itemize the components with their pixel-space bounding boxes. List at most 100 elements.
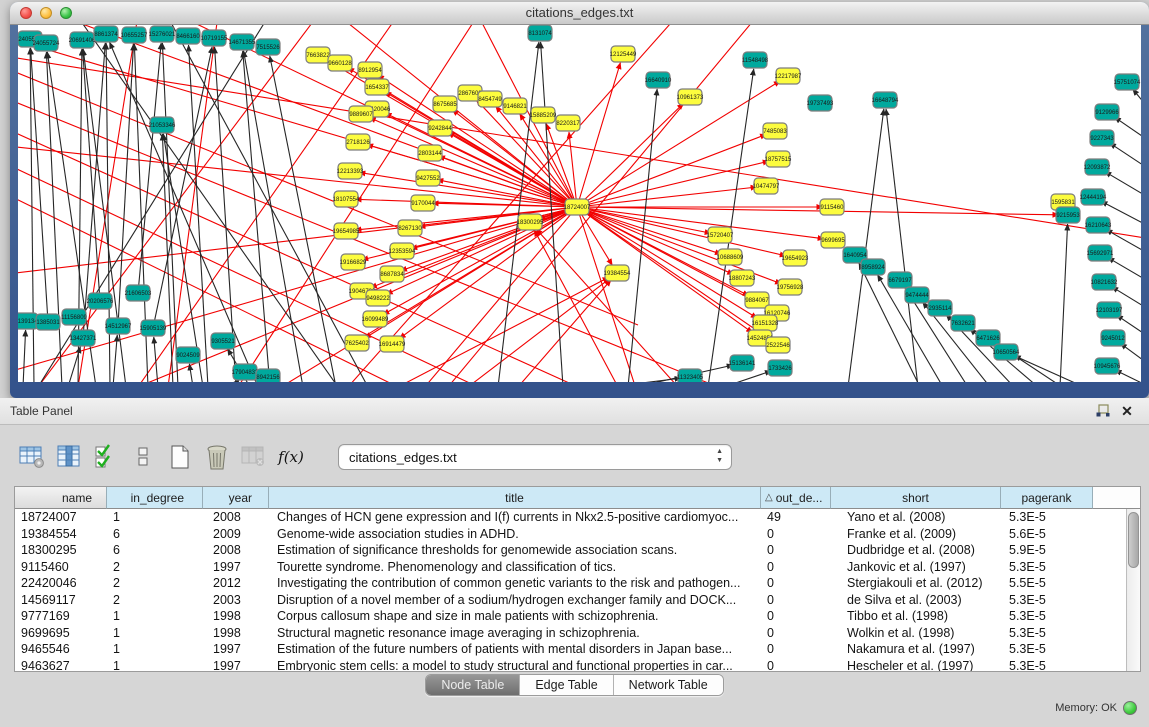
table-cell[interactable]: 1: [107, 609, 203, 623]
table-cell[interactable]: Structural magnetic resonance image aver…: [269, 626, 761, 640]
table-row[interactable]: 1938455462009Genome-wide association stu…: [15, 526, 1140, 543]
close-panel-icon[interactable]: ✕: [1119, 403, 1135, 419]
column-header-title[interactable]: title: [269, 487, 761, 509]
table-cell[interactable]: 9463627: [15, 659, 107, 672]
table-cell[interactable]: 1997: [203, 659, 269, 672]
table-cell[interactable]: Embryonic stem cells: a model to study s…: [269, 659, 761, 672]
table-cell[interactable]: Dudbridge et al. (2008): [831, 543, 1001, 557]
table-cell[interactable]: 2003: [203, 593, 269, 607]
table-cell[interactable]: 0: [761, 527, 831, 541]
table-cell[interactable]: 1: [107, 642, 203, 656]
table-cell[interactable]: 2009: [203, 527, 269, 541]
table-cell[interactable]: 5.5E-5: [1001, 576, 1093, 590]
table-cell[interactable]: 0: [761, 626, 831, 640]
table-cell[interactable]: 9115460: [15, 560, 107, 574]
table-cell[interactable]: 6: [107, 527, 203, 541]
table-cell[interactable]: 5.3E-5: [1001, 626, 1093, 640]
table-cell[interactable]: 1998: [203, 609, 269, 623]
select-all-rows-icon[interactable]: [92, 443, 120, 471]
table-cell[interactable]: Nakamura et al. (1997): [831, 642, 1001, 656]
table-row[interactable]: 1872400712008Changes of HCN gene express…: [15, 509, 1140, 526]
table-cell[interactable]: 0: [761, 543, 831, 557]
column-settings-icon[interactable]: [18, 443, 46, 471]
table-cell[interactable]: 18724007: [15, 510, 107, 524]
table-cell[interactable]: 5.3E-5: [1001, 593, 1093, 607]
column-header-short[interactable]: short: [831, 487, 1001, 509]
table-cell[interactable]: 6: [107, 543, 203, 557]
table-cell[interactable]: 5.3E-5: [1001, 609, 1093, 623]
row-height-icon[interactable]: [129, 443, 157, 471]
table-selector-dropdown[interactable]: citations_edges.txt ▲▼: [338, 444, 732, 470]
column-header-indegree[interactable]: in_degree: [107, 487, 203, 509]
table-cell[interactable]: 0: [761, 593, 831, 607]
table-cell[interactable]: Jankovic et al. (1997): [831, 560, 1001, 574]
scrollbar-thumb[interactable]: [1128, 512, 1139, 568]
table-row[interactable]: 1456911722003Disruption of a novel membe…: [15, 592, 1140, 609]
table-row[interactable]: 911546021997Tourette syndrome. Phenomeno…: [15, 559, 1140, 576]
table-cell[interactable]: 5.3E-5: [1001, 659, 1093, 672]
table-row[interactable]: 946362711997Embryonic stem cells: a mode…: [15, 658, 1140, 673]
table-row[interactable]: 977716911998Corpus callosum shape and si…: [15, 608, 1140, 625]
table-cell[interactable]: Estimation of significance thresholds fo…: [269, 543, 761, 557]
table-cell[interactable]: Corpus callosum shape and size in male p…: [269, 609, 761, 623]
table-cell[interactable]: 5.3E-5: [1001, 560, 1093, 574]
table-cell[interactable]: 9699695: [15, 626, 107, 640]
table-cell[interactable]: 0: [761, 659, 831, 672]
table-cell[interactable]: 9465546: [15, 642, 107, 656]
table-cell[interactable]: Tibbo et al. (1998): [831, 609, 1001, 623]
table-cell[interactable]: 1997: [203, 642, 269, 656]
table-row[interactable]: 2242004622012Investigating the contribut…: [15, 575, 1140, 592]
table-cell[interactable]: Disruption of a novel member of a sodium…: [269, 593, 761, 607]
table-cell[interactable]: 18300295: [15, 543, 107, 557]
table-cell[interactable]: Changes of HCN gene expression and I(f) …: [269, 510, 761, 524]
table-cell[interactable]: 0: [761, 560, 831, 574]
table-cell[interactable]: 2008: [203, 510, 269, 524]
table-cell[interactable]: Investigating the contribution of common…: [269, 576, 761, 590]
table-cell[interactable]: Stergiakouli et al. (2012): [831, 576, 1001, 590]
table-cell[interactable]: 22420046: [15, 576, 107, 590]
table-cell[interactable]: Hescheler et al. (1997): [831, 659, 1001, 672]
table-cell[interactable]: 14569117: [15, 593, 107, 607]
table-cell[interactable]: 1997: [203, 560, 269, 574]
table-cell[interactable]: Franke et al. (2009): [831, 527, 1001, 541]
table-cell[interactable]: 1998: [203, 626, 269, 640]
table-scrollbar[interactable]: [1126, 509, 1140, 671]
table-cell[interactable]: 2: [107, 593, 203, 607]
table-cell[interactable]: 5.3E-5: [1001, 510, 1093, 524]
table-cell[interactable]: 19384554: [15, 527, 107, 541]
table-cell[interactable]: 0: [761, 609, 831, 623]
table-cell[interactable]: 5.9E-5: [1001, 543, 1093, 557]
tab-network-table[interactable]: Network Table: [614, 675, 723, 695]
table-cell[interactable]: Wolkin et al. (1998): [831, 626, 1001, 640]
table-cell[interactable]: 2008: [203, 543, 269, 557]
tab-node-table[interactable]: Node Table: [426, 675, 520, 695]
citation-network-graph[interactable]: 7663822966012889129541654337224200469889…: [18, 25, 1141, 382]
window-titlebar[interactable]: citations_edges.txt: [10, 2, 1149, 25]
table-cell[interactable]: 2: [107, 560, 203, 574]
column-header-name[interactable]: name: [15, 487, 107, 509]
table-cell[interactable]: de Silva et al. (2003): [831, 593, 1001, 607]
table-cell[interactable]: 5.6E-5: [1001, 527, 1093, 541]
table-cell[interactable]: 0: [761, 642, 831, 656]
float-panel-icon[interactable]: [1095, 403, 1111, 419]
table-cell[interactable]: 1: [107, 659, 203, 672]
table-cell[interactable]: 2: [107, 576, 203, 590]
table-cell[interactable]: 1: [107, 510, 203, 524]
table-cell[interactable]: 9777169: [15, 609, 107, 623]
table-row[interactable]: 946554611997Estimation of the future num…: [15, 641, 1140, 658]
table-cell[interactable]: Tourette syndrome. Phenomenology and cla…: [269, 560, 761, 574]
table-cell[interactable]: 5.3E-5: [1001, 642, 1093, 656]
table-cell[interactable]: 49: [761, 510, 831, 524]
table-cell[interactable]: 1: [107, 626, 203, 640]
table-cell[interactable]: Estimation of the future numbers of pati…: [269, 642, 761, 656]
table-cell[interactable]: 2012: [203, 576, 269, 590]
network-canvas[interactable]: 7663822966012889129541654337224200469889…: [18, 25, 1141, 382]
tab-edge-table[interactable]: Edge Table: [520, 675, 613, 695]
table-cell[interactable]: 0: [761, 576, 831, 590]
column-header-pagerank[interactable]: pagerank: [1001, 487, 1093, 509]
table-cell[interactable]: Genome-wide association studies in ADHD.: [269, 527, 761, 541]
function-builder-icon[interactable]: f(x): [277, 443, 305, 471]
table-row[interactable]: 1830029562008Estimation of significance …: [15, 542, 1140, 559]
delete-table-icon[interactable]: [203, 443, 231, 471]
column-header-year[interactable]: year: [203, 487, 269, 509]
